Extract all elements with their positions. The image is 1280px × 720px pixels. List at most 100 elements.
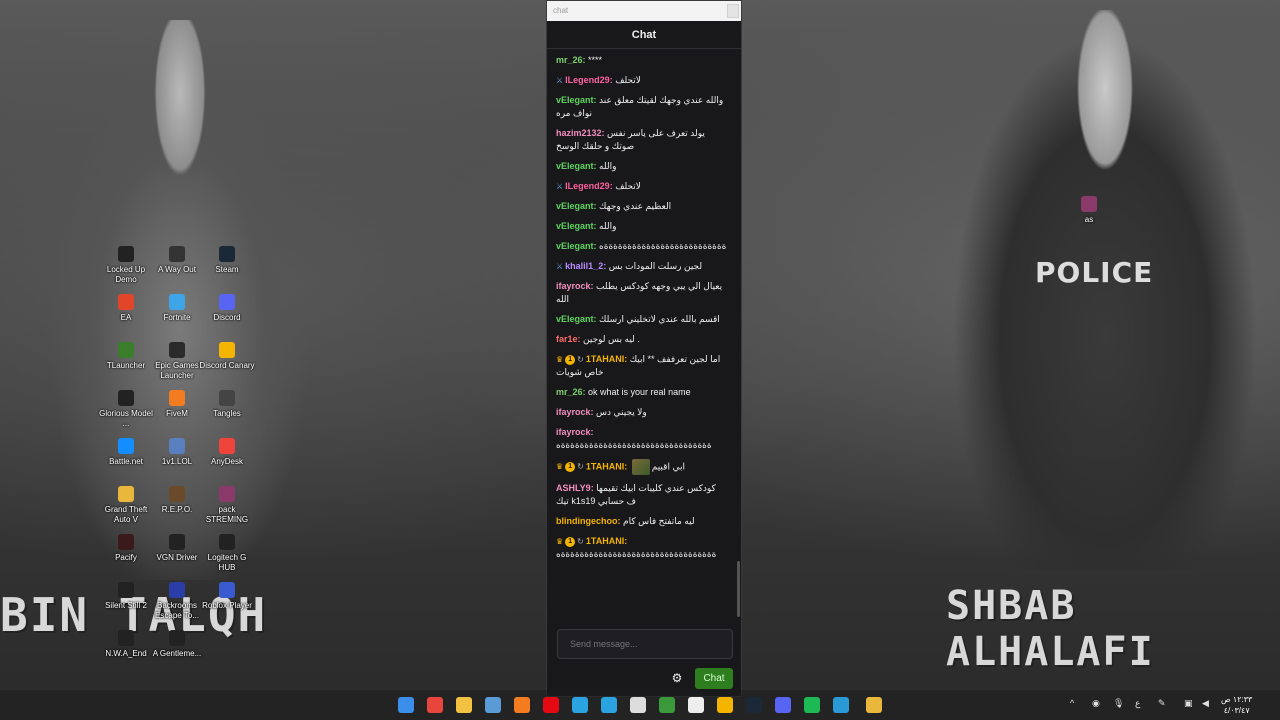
telegram-alt-icon[interactable] <box>601 697 617 713</box>
folder-icon <box>118 486 134 502</box>
desktop-icon[interactable]: Grand Theft Auto V <box>98 486 154 525</box>
desktop-icon-label: Grand Theft Auto V <box>104 505 148 524</box>
desktop-icon-label: Pacify <box>115 553 137 562</box>
discord-canary-taskbar-icon[interactable] <box>717 697 733 713</box>
desktop-icon[interactable]: R.E.P.O. <box>149 486 205 515</box>
desktop-icon[interactable]: Tangles <box>199 390 255 419</box>
chat-username[interactable]: 1TAHANI <box>586 536 624 546</box>
file-explorer-icon[interactable] <box>456 697 472 713</box>
desktop-icon[interactable]: Discord Canary <box>199 342 255 371</box>
chat-message: vElegant: العظيم عندي وجهك <box>556 200 727 213</box>
edge-icon[interactable] <box>833 697 849 713</box>
app-badge-icon[interactable] <box>866 697 882 713</box>
volume-icon[interactable]: ◀ <box>1202 698 1209 709</box>
desktop-icon[interactable]: Silent Still 2 <box>98 582 154 611</box>
app-a-icon[interactable] <box>514 697 530 713</box>
desktop-icon[interactable]: Locked Up Demo <box>98 246 154 285</box>
telegram-icon[interactable] <box>572 697 588 713</box>
wifi-icon[interactable]: ▣ <box>1184 698 1193 709</box>
desktop-icon[interactable]: N.W.A_End <box>98 630 154 659</box>
chat-message-input[interactable] <box>557 629 733 659</box>
microsoft-store-icon[interactable] <box>485 697 501 713</box>
chat-message: far1e: ليه بس لوجين . <box>556 333 727 346</box>
chrome-icon[interactable] <box>427 697 443 713</box>
desktop-icon[interactable]: TLauncher <box>98 342 154 371</box>
xbox-icon[interactable] <box>659 697 675 713</box>
obs-icon[interactable] <box>630 697 646 713</box>
silentstill-icon <box>118 582 134 598</box>
chat-message-text: ابي اقبيم <box>651 461 685 472</box>
chat-username[interactable]: hazim2132 <box>556 128 602 138</box>
desktop-icon[interactable]: Fortnite <box>149 294 205 323</box>
chat-message-text: لاتحلف <box>615 181 641 191</box>
chat-message-text: ولا يجيني دس <box>596 407 647 417</box>
taskbar-clock[interactable]: ١٢:٣٣ ص ٤/٠٣/٤٧ <box>1221 694 1252 716</box>
chat-username[interactable]: vElegant <box>556 221 594 231</box>
chat-username[interactable]: ifayrock <box>556 427 591 437</box>
desktop-icon[interactable]: as <box>1061 196 1117 225</box>
window-control-button[interactable] <box>727 4 739 18</box>
desktop-icon-label: EA <box>120 313 132 322</box>
capcut-icon[interactable] <box>688 697 704 713</box>
winrar-icon <box>1081 196 1097 212</box>
chat-username[interactable]: blindingechoo <box>556 516 618 526</box>
discord-taskbar-icon[interactable] <box>775 697 791 713</box>
chat-username[interactable]: lLegend29 <box>565 181 610 191</box>
microphone-icon[interactable]: 🎙︎ <box>1113 698 1124 709</box>
chat-settings-gear-icon[interactable]: ⚙ <box>670 671 684 685</box>
cycle-badge-icon: ↻ <box>577 354 584 364</box>
desktop-icon[interactable]: VGN Driver <box>149 534 205 563</box>
chat-username[interactable]: ifayrock <box>556 407 591 417</box>
chat-username[interactable]: 1TAHANI <box>586 354 624 364</box>
desktop-icon[interactable]: Backrooms Escape To... <box>149 582 205 621</box>
chat-scrollbar[interactable] <box>737 561 740 617</box>
chat-username[interactable]: 1TAHANI <box>586 461 624 471</box>
steam-taskbar-icon[interactable] <box>746 697 762 713</box>
chat-username[interactable]: mr_26 <box>556 387 583 397</box>
discord-icon <box>219 294 235 310</box>
chat-message-list[interactable]: mr_26: **** ⚔ lLegend29: لاتحلف vElegant: و… <box>547 50 735 620</box>
chat-username[interactable]: ifayrock <box>556 281 591 291</box>
chat-username[interactable]: khalil1_2 <box>565 261 603 271</box>
ea-icon <box>118 294 134 310</box>
tray-pen-icon[interactable]: ✎ <box>1158 698 1166 709</box>
netflix-icon[interactable] <box>543 697 559 713</box>
desktop-icon[interactable]: Glorious Model ... <box>98 390 154 429</box>
spotify-icon[interactable] <box>804 697 820 713</box>
desktop-icon[interactable]: FiveM <box>149 390 205 419</box>
desktop-icon[interactable]: AnyDesk <box>199 438 255 467</box>
desktop-icon[interactable]: 1v1.LOL <box>149 438 205 467</box>
lang-indicator[interactable]: ع <box>1135 698 1140 709</box>
tray-chevron-icon[interactable]: ^ <box>1070 698 1074 708</box>
epic-icon <box>169 342 185 358</box>
desktop-icon[interactable]: Discord <box>199 294 255 323</box>
chat-username[interactable]: lLegend29 <box>565 75 610 85</box>
chat-send-button[interactable]: Chat <box>695 668 733 689</box>
desktop-icon[interactable]: Epic Games Launcher <box>149 342 205 381</box>
discord-canary-icon <box>219 342 235 358</box>
chat-username[interactable]: far1e <box>556 334 578 344</box>
chat-username-separator: : <box>624 461 630 472</box>
chat-username[interactable]: mr_26 <box>556 55 583 65</box>
desktop-icon[interactable]: A Gentleme... <box>149 630 205 659</box>
windows-start-icon[interactable] <box>398 697 414 713</box>
chat-message: ♛ 1 ↻ 1TAHANI: ابي اقبيم <box>556 459 727 475</box>
desktop-icon[interactable]: Steam <box>199 246 255 275</box>
desktop-icon-label: Battle.net <box>109 457 143 466</box>
chat-window-titlebar[interactable]: chat <box>547 1 741 21</box>
desktop-icon[interactable]: Logitech G HUB <box>199 534 255 573</box>
chat-username[interactable]: vElegant <box>556 161 594 171</box>
desktop-icon[interactable]: Roblox Player <box>199 582 255 611</box>
chat-username[interactable]: vElegant <box>556 314 594 324</box>
tray-app-icon[interactable]: ◉ <box>1092 698 1100 709</box>
desktop-icon[interactable]: EA <box>98 294 154 323</box>
chat-message-text: والله <box>599 161 617 171</box>
desktop-icon[interactable]: pack STREMING <box>199 486 255 525</box>
desktop-icon[interactable]: Battle.net <box>98 438 154 467</box>
chat-username[interactable]: vElegant <box>556 201 594 211</box>
chat-username[interactable]: ASHLY9 <box>556 483 591 493</box>
chat-username[interactable]: vElegant <box>556 241 594 251</box>
desktop-icon[interactable]: Pacify <box>98 534 154 563</box>
chat-username[interactable]: vElegant <box>556 95 594 105</box>
desktop-icon[interactable]: A Way Out <box>149 246 205 275</box>
